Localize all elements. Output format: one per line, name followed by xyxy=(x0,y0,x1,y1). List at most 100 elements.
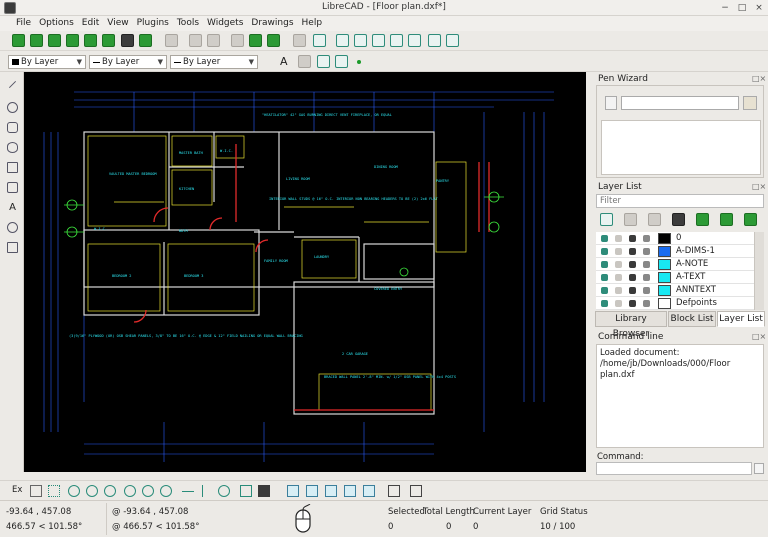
insert-right-icon[interactable] xyxy=(410,485,422,497)
eye-icon[interactable] xyxy=(601,274,608,281)
pen-add-icon[interactable] xyxy=(605,96,617,110)
text-tool-icon[interactable]: A xyxy=(280,55,288,68)
new-from-template-icon[interactable] xyxy=(30,34,43,47)
redraw-icon[interactable] xyxy=(336,34,349,47)
layer-row[interactable]: ANNTEXT xyxy=(596,284,754,297)
print-icon[interactable] xyxy=(121,34,134,47)
freeze-icon[interactable] xyxy=(615,287,622,294)
copy-icon[interactable] xyxy=(249,34,262,47)
undo-icon[interactable] xyxy=(189,34,202,47)
select-pointer-icon[interactable] xyxy=(165,34,178,47)
auto-zoom-icon[interactable] xyxy=(390,34,403,47)
ellipse-tool-icon[interactable] xyxy=(7,142,18,153)
line-tool-icon[interactable] xyxy=(8,80,17,89)
layer-filter-input[interactable] xyxy=(596,194,764,208)
layer-row[interactable]: A-TEXT xyxy=(596,271,754,284)
construction-icon[interactable] xyxy=(643,261,650,268)
menu-tools[interactable]: Tools xyxy=(173,16,203,28)
snap-on-entity-icon[interactable] xyxy=(86,485,98,497)
eye-icon[interactable] xyxy=(601,235,608,242)
show-all-layers-icon[interactable] xyxy=(600,213,613,226)
view-4-icon[interactable] xyxy=(344,485,356,497)
grid-toggle-icon[interactable] xyxy=(293,34,306,47)
menu-view[interactable]: View xyxy=(103,16,132,28)
zoom-out-icon[interactable] xyxy=(372,34,385,47)
view-5-icon[interactable] xyxy=(363,485,375,497)
eye-icon[interactable] xyxy=(601,261,608,268)
menu-options[interactable]: Options xyxy=(35,16,78,28)
zoom-window-icon[interactable] xyxy=(428,34,441,47)
construction-icon[interactable] xyxy=(643,248,650,255)
zoom-pan-icon[interactable] xyxy=(446,34,459,47)
cut-icon[interactable] xyxy=(231,34,244,47)
previous-view-icon[interactable] xyxy=(408,34,421,47)
floor-plan-drawing[interactable]: "HEATILATOR" 42" GAS BURNING DIRECT VENT… xyxy=(24,72,586,472)
dock-controls-icon[interactable]: □× xyxy=(752,182,766,191)
tab-layer-list[interactable]: Layer List xyxy=(717,311,765,327)
layer-row[interactable]: A-DIMS-1 xyxy=(596,245,754,258)
snap-distance-icon[interactable] xyxy=(142,485,154,497)
pen-color-select[interactable]: By Layer ▼ xyxy=(8,55,86,69)
restrict-horizontal-icon[interactable] xyxy=(182,491,194,492)
polyline-tool-icon[interactable] xyxy=(7,162,18,173)
edit-layer-icon[interactable] xyxy=(744,213,757,226)
paste-icon[interactable] xyxy=(267,34,280,47)
command-history-icon[interactable] xyxy=(754,463,764,474)
minimize-icon[interactable]: − xyxy=(720,3,730,13)
menu-edit[interactable]: Edit xyxy=(78,16,103,28)
freeze-icon[interactable] xyxy=(615,261,622,268)
open-file-icon[interactable] xyxy=(48,34,61,47)
layer-row[interactable]: Defpoints xyxy=(596,297,754,310)
point-icon[interactable] xyxy=(357,60,361,64)
restrict-orthogonal-icon[interactable] xyxy=(218,485,230,497)
new-file-icon[interactable] xyxy=(12,34,25,47)
save-icon[interactable] xyxy=(66,34,79,47)
menu-plugins[interactable]: Plugins xyxy=(133,16,173,28)
command-input[interactable] xyxy=(596,462,752,475)
freeze-icon[interactable] xyxy=(615,248,622,255)
tab-library-browser[interactable]: Library Browser xyxy=(595,311,667,339)
snap-tool-icon[interactable] xyxy=(7,222,18,233)
block-icon[interactable] xyxy=(335,55,348,68)
snap-middle-icon[interactable] xyxy=(124,485,136,497)
freeze-icon[interactable] xyxy=(615,274,622,281)
lock-icon[interactable] xyxy=(629,235,636,242)
menu-widgets[interactable]: Widgets xyxy=(203,16,247,28)
layer-list-scrollbar[interactable] xyxy=(754,232,764,310)
hide-all-layers-icon[interactable] xyxy=(624,213,637,226)
snap-endpoint-icon[interactable] xyxy=(68,485,80,497)
menu-file[interactable]: File xyxy=(12,16,35,28)
freeze-icon[interactable] xyxy=(615,300,622,307)
draft-mode-icon[interactable] xyxy=(313,34,326,47)
info-tool-icon[interactable] xyxy=(7,242,18,253)
select-tool-icon[interactable] xyxy=(7,182,18,193)
construction-icon[interactable] xyxy=(643,235,650,242)
eye-icon[interactable] xyxy=(601,300,608,307)
view-2-icon[interactable] xyxy=(306,485,318,497)
insert-left-icon[interactable] xyxy=(388,485,400,497)
tab-block-list[interactable]: Block List xyxy=(668,311,716,327)
layer-row[interactable]: 0 xyxy=(596,232,754,245)
pen-list[interactable] xyxy=(601,120,761,175)
relative-zero-icon[interactable] xyxy=(240,485,252,497)
pen-width-select[interactable]: By Layer ▼ xyxy=(89,55,167,69)
insert-image-icon[interactable] xyxy=(298,55,311,68)
close-icon[interactable]: × xyxy=(754,3,764,13)
drawing-canvas[interactable]: "HEATILATOR" 42" GAS BURNING DIRECT VENT… xyxy=(24,72,586,472)
add-layer-icon[interactable] xyxy=(696,213,709,226)
menu-help[interactable]: Help xyxy=(298,16,327,28)
view-1-icon[interactable] xyxy=(287,485,299,497)
snap-intersection-icon[interactable] xyxy=(160,485,172,497)
pen-linetype-select[interactable]: By Layer ▼ xyxy=(170,55,258,69)
redo-icon[interactable] xyxy=(207,34,220,47)
layer-row[interactable]: A-NOTE xyxy=(596,258,754,271)
restrict-vertical-icon[interactable] xyxy=(202,485,203,497)
lock-icon[interactable] xyxy=(629,261,636,268)
construction-icon[interactable] xyxy=(643,300,650,307)
menu-drawings[interactable]: Drawings xyxy=(247,16,297,28)
view-3-icon[interactable] xyxy=(325,485,337,497)
save-all-icon[interactable] xyxy=(102,34,115,47)
snap-center-icon[interactable] xyxy=(104,485,116,497)
dimension-tool-icon[interactable]: A xyxy=(7,202,18,213)
snap-free-icon[interactable] xyxy=(30,485,42,497)
